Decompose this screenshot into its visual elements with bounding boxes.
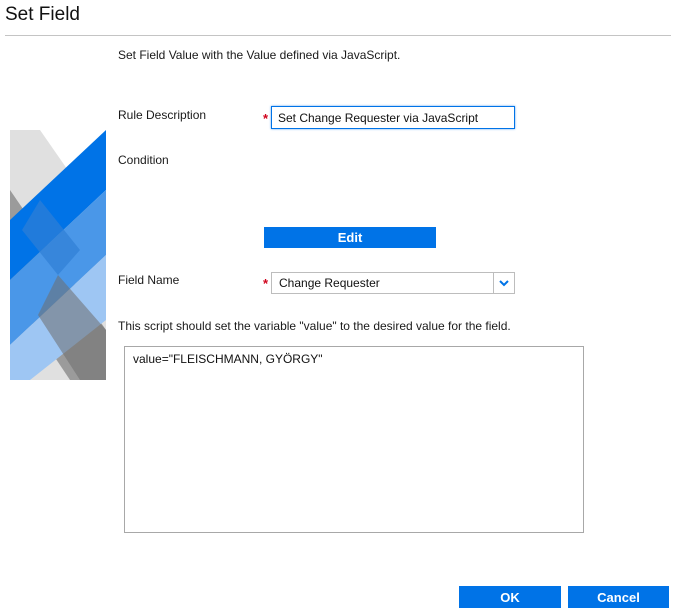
- dialog-title: Set Field: [5, 4, 80, 25]
- set-field-dialog: Set Field Set Field Value with the Value…: [0, 0, 676, 614]
- brand-logo: [10, 130, 106, 380]
- ok-button[interactable]: OK: [459, 586, 561, 608]
- script-instructions: This script should set the variable "val…: [118, 319, 511, 333]
- condition-label: Condition: [118, 153, 169, 167]
- rule-description-input[interactable]: [271, 106, 515, 129]
- chevron-down-icon[interactable]: [493, 273, 514, 293]
- intro-text: Set Field Value with the Value defined v…: [118, 48, 401, 62]
- rule-description-label: Rule Description: [118, 108, 207, 122]
- cancel-button[interactable]: Cancel: [568, 586, 669, 608]
- rule-description-required-marker: *: [263, 111, 269, 126]
- field-name-select[interactable]: Change Requester: [271, 272, 515, 294]
- script-editor[interactable]: value="FLEISCHMANN, GYÖRGY": [124, 346, 584, 533]
- field-name-required-marker: *: [263, 276, 269, 291]
- title-divider: [5, 35, 671, 36]
- field-name-label: Field Name: [118, 273, 180, 287]
- edit-condition-button[interactable]: Edit: [264, 227, 436, 248]
- field-name-selected-value: Change Requester: [279, 276, 380, 290]
